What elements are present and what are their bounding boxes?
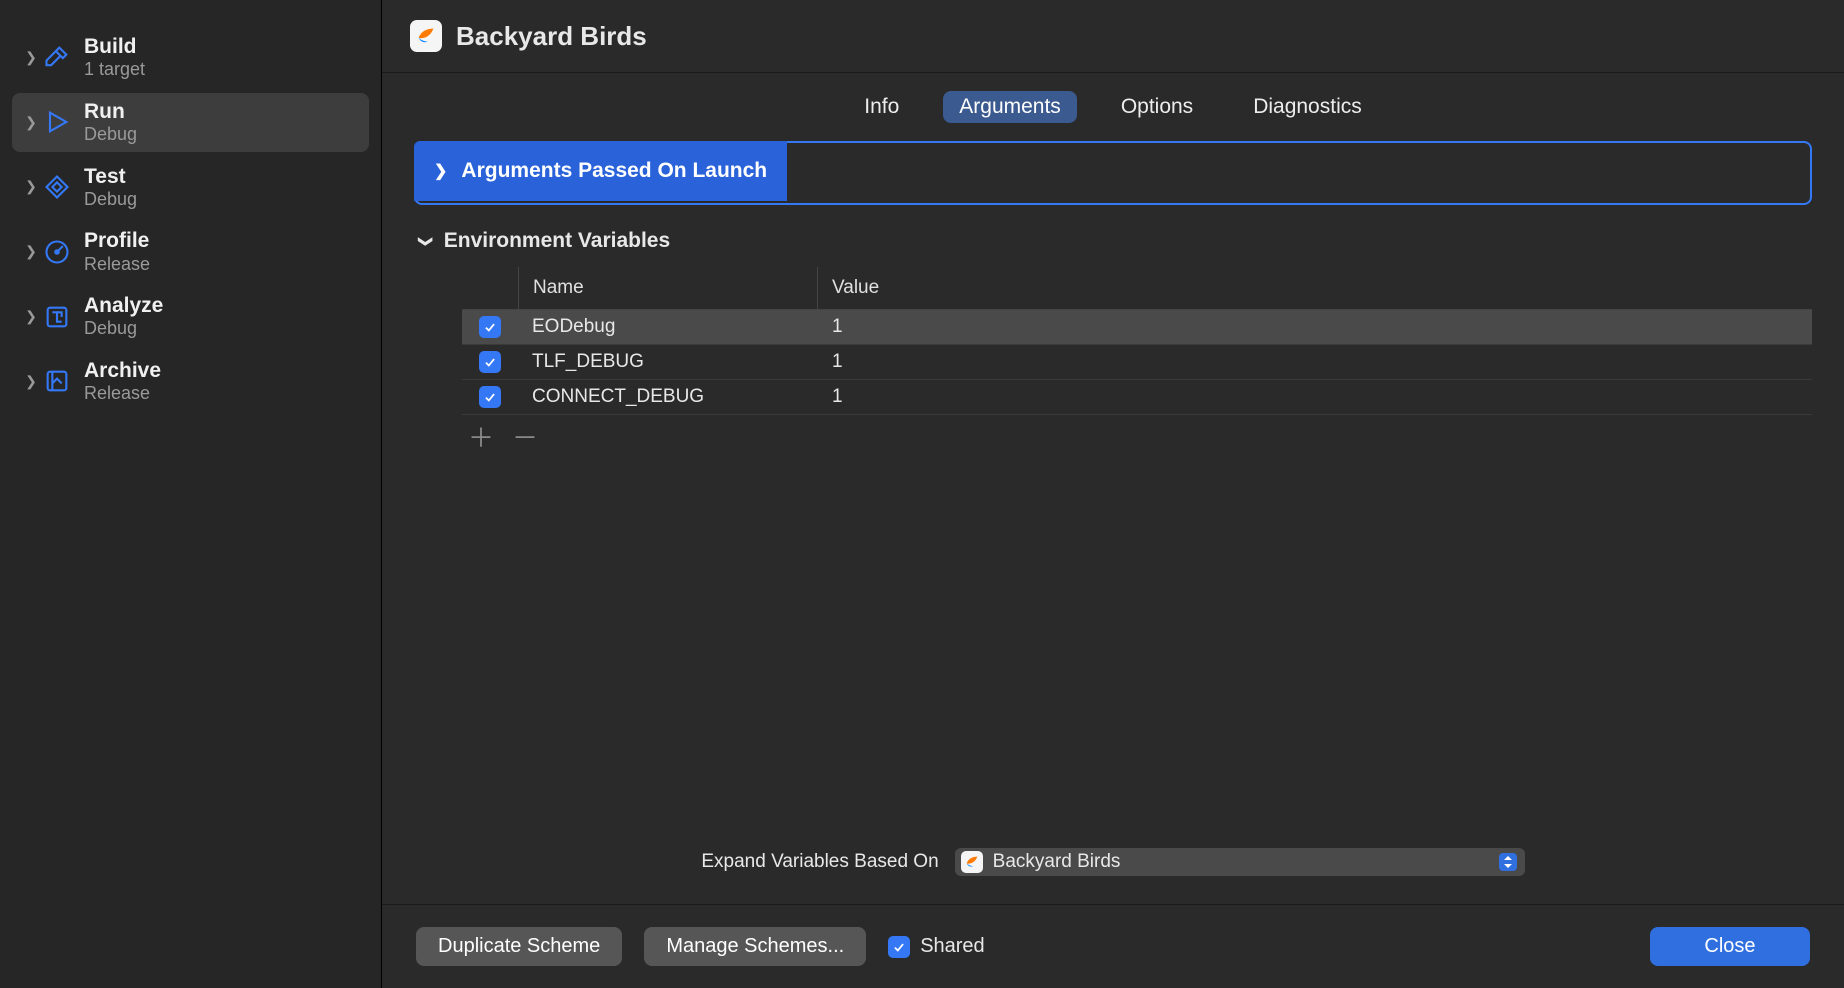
manage-schemes-button[interactable]: Manage Schemes... [644,927,866,966]
tab-info[interactable]: Info [848,91,915,123]
env-name[interactable]: EODebug [518,310,818,344]
table-header: Name Value [462,267,1812,310]
tab-options[interactable]: Options [1105,91,1209,123]
sidebar-item-profile[interactable]: ❯ Profile Release [12,222,369,281]
play-icon [40,105,74,139]
column-value[interactable]: Value [818,267,1812,309]
sidebar-item-sublabel: 1 target [84,59,145,81]
expand-variables-label: Expand Variables Based On [701,851,938,873]
duplicate-scheme-button[interactable]: Duplicate Scheme [416,927,622,966]
checkbox[interactable] [479,351,501,373]
env-name[interactable]: TLF_DEBUG [518,345,818,379]
updown-arrows-icon [1499,853,1517,871]
disclosure-icon: ❯ [22,49,40,66]
column-name[interactable]: Name [518,267,818,309]
environment-variables-section: ❯ Environment Variables Name Value [414,223,1812,461]
archive-icon [40,364,74,398]
disclosure-icon: ❯ [22,373,40,390]
sidebar-item-archive[interactable]: ❯ Archive Release [12,352,369,411]
scheme-tabs: Info Arguments Options Diagnostics [382,73,1844,141]
disclosure-icon: ❯ [22,114,40,131]
env-value[interactable]: 1 [818,380,1812,414]
sidebar-item-label: Archive [84,358,161,383]
sidebar-item-test[interactable]: ❯ Test Debug [12,158,369,217]
table-row[interactable]: TLF_DEBUG 1 [462,345,1812,380]
sidebar-item-sublabel: Release [84,254,150,276]
env-value[interactable]: 1 [818,345,1812,379]
gauge-icon [40,235,74,269]
sidebar-item-sublabel: Release [84,383,161,405]
app-icon [961,851,983,873]
sidebar-item-sublabel: Debug [84,124,137,146]
app-icon [410,20,442,52]
sidebar-item-label: Profile [84,228,150,253]
table-row[interactable]: EODebug 1 [462,310,1812,345]
sidebar-item-label: Run [84,99,137,124]
env-variables-table: Name Value EODebug 1 [462,267,1812,461]
tab-diagnostics[interactable]: Diagnostics [1237,91,1378,123]
sidebar-item-run[interactable]: ❯ Run Debug [12,93,369,152]
scheme-action-sidebar: ❯ Build 1 target ❯ Run Debug ❯ [0,0,382,988]
disclosure-icon: ❯ [22,308,40,325]
analyze-icon [40,300,74,334]
popup-value: Backyard Birds [993,851,1121,873]
footer: Duplicate Scheme Manage Schemes... Share… [382,904,1844,988]
remove-env-button[interactable]: － [512,425,538,451]
env-name[interactable]: CONNECT_DEBUG [518,380,818,414]
chevron-down-icon: ❯ [417,235,434,247]
add-env-button[interactable]: ＋ [468,425,494,451]
chevron-right-icon: ❯ [434,161,447,181]
sidebar-item-label: Build [84,34,145,59]
sidebar-item-analyze[interactable]: ❯ Analyze Debug [12,287,369,346]
tab-arguments[interactable]: Arguments [943,91,1077,123]
shared-checkbox[interactable] [888,936,910,958]
sidebar-item-build[interactable]: ❯ Build 1 target [12,28,369,87]
sidebar-item-label: Analyze [84,293,163,318]
expand-variables-popup[interactable]: Backyard Birds [955,848,1525,876]
env-section-title: Environment Variables [444,229,670,253]
checkbox[interactable] [479,316,501,338]
sidebar-item-label: Test [84,164,137,189]
shared-label: Shared [920,935,985,958]
disclosure-icon: ❯ [22,243,40,260]
arguments-section-title: Arguments Passed On Launch [461,159,767,183]
disclosure-icon: ❯ [22,178,40,195]
scheme-header: Backyard Birds [382,0,1844,73]
hammer-icon [40,40,74,74]
checkbox[interactable] [479,386,501,408]
sidebar-item-sublabel: Debug [84,318,163,340]
arguments-on-launch-section[interactable]: ❯ Arguments Passed On Launch [414,141,1812,205]
wrench-icon [40,170,74,204]
env-section-header[interactable]: ❯ Environment Variables [414,223,1812,267]
sidebar-item-sublabel: Debug [84,189,137,211]
close-button[interactable]: Close [1650,927,1810,966]
env-value[interactable]: 1 [818,310,1812,344]
table-row[interactable]: CONNECT_DEBUG 1 [462,380,1812,415]
expand-variables-row: Expand Variables Based On Backyard Birds [382,828,1844,904]
scheme-title: Backyard Birds [456,21,647,52]
